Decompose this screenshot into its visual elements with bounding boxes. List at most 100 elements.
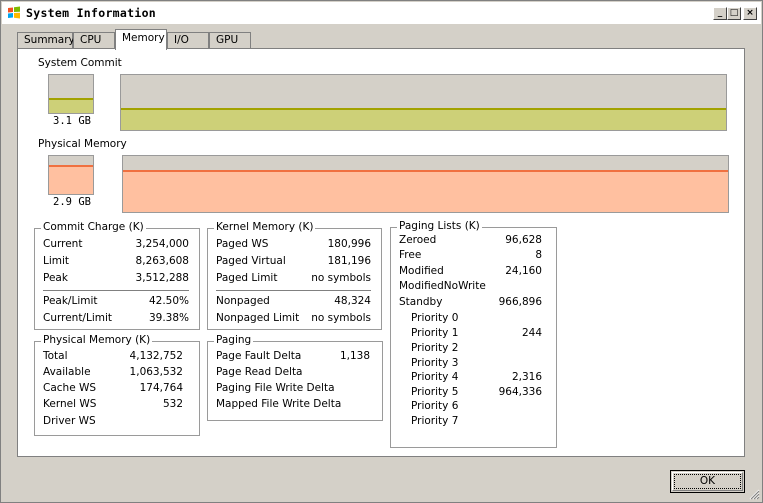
maximize-icon: □ — [729, 8, 739, 18]
pm-kernel-ws-label: Kernel WS — [43, 398, 97, 410]
priority-5-label: Priority 5 — [411, 386, 459, 398]
ok-button[interactable]: OK — [670, 470, 745, 493]
priority-4-label: Priority 4 — [411, 371, 459, 383]
modified-value: 24,160 — [505, 265, 542, 277]
physical-memory-value: 2.9 GB — [53, 196, 91, 208]
free-label: Free — [399, 249, 422, 261]
priority-1-label: Priority 1 — [411, 327, 459, 339]
paged-ws-label: Paged WS — [216, 238, 269, 250]
tab-io-label: I/O — [174, 34, 189, 46]
physical-memory-meter-line — [49, 165, 93, 167]
resize-grip-icon[interactable] — [748, 488, 760, 500]
priority-1-value: 244 — [521, 327, 542, 339]
physical-memory-graph-line — [123, 170, 728, 172]
commit-limit-label: Limit — [43, 255, 70, 267]
commit-charge-group: Commit Charge (K) Current 3,254,000 Limi… — [34, 221, 200, 330]
commit-peak-limit-value: 42.50% — [148, 295, 189, 307]
nonpaged-label: Nonpaged — [216, 295, 270, 307]
commit-current-limit-value: 39.38% — [148, 312, 189, 324]
physical-memory-meter-fill — [49, 166, 93, 194]
paged-ws-value: 180,996 — [327, 238, 371, 250]
zeroed-value: 96,628 — [505, 234, 542, 246]
physical-memory-group-title: Physical Memory (K) — [41, 334, 153, 346]
tab-summary[interactable]: Summary — [17, 32, 75, 49]
page-read-delta-label: Page Read Delta — [216, 366, 303, 378]
kernel-memory-title: Kernel Memory (K) — [214, 221, 316, 233]
pm-available-value: 1,063,532 — [129, 366, 183, 378]
priority-6-label: Priority 6 — [411, 400, 459, 412]
memory-panel: System Commit 3.1 GB Physical Memory 2.9… — [17, 48, 745, 457]
system-commit-meter — [48, 74, 94, 114]
ok-button-label: OK — [699, 475, 716, 487]
paging-file-write-delta-label: Paging File Write Delta — [216, 382, 335, 394]
page-fault-delta-label: Page Fault Delta — [216, 350, 302, 362]
pm-available-label: Available — [43, 366, 91, 378]
modified-no-write-label: ModifiedNoWrite — [399, 280, 486, 292]
commit-peak-label: Peak — [43, 272, 68, 284]
nonpaged-limit-value: no symbols — [311, 312, 371, 324]
mapped-file-write-delta-label: Mapped File Write Delta — [216, 398, 342, 410]
commit-separator — [43, 290, 189, 291]
commit-peak-limit-label: Peak/Limit — [43, 295, 98, 307]
commit-current-value: 3,254,000 — [135, 238, 189, 250]
paging-group: Paging Page Fault Delta 1,138 Page Read … — [207, 334, 383, 421]
commit-peak-value: 3,512,288 — [135, 272, 189, 284]
priority-7-label: Priority 7 — [411, 415, 459, 427]
system-commit-graph — [120, 74, 727, 131]
physical-memory-meter — [48, 155, 94, 195]
kernel-memory-group: Kernel Memory (K) Paged WS 180,996 Paged… — [207, 221, 382, 330]
paging-lists-group: Paging Lists (K) Zeroed 96,628 Free 8 Mo… — [390, 220, 557, 448]
physical-memory-group: Physical Memory (K) Total 4,132,752 Avai… — [34, 334, 200, 436]
tab-memory[interactable]: Memory — [115, 29, 167, 50]
priority-5-value: 964,336 — [498, 386, 542, 398]
paging-group-title: Paging — [214, 334, 254, 346]
paged-limit-label: Paged Limit — [216, 272, 278, 284]
nonpaged-limit-label: Nonpaged Limit — [216, 312, 300, 324]
system-commit-meter-line — [49, 98, 93, 100]
commit-current-label: Current — [43, 238, 83, 250]
priority-4-value: 2,316 — [511, 371, 542, 383]
system-commit-graph-fill — [121, 109, 726, 130]
zeroed-label: Zeroed — [399, 234, 437, 246]
paged-virtual-value: 181,196 — [327, 255, 371, 267]
modified-label: Modified — [399, 265, 444, 277]
priority-0-label: Priority 0 — [411, 312, 459, 324]
window-title: System Information — [26, 6, 157, 20]
minimize-button[interactable]: _ — [713, 7, 727, 20]
physical-memory-label: Physical Memory — [38, 138, 127, 150]
maximize-button[interactable]: □ — [727, 7, 741, 20]
paging-lists-title: Paging Lists (K) — [397, 220, 482, 232]
commit-current-limit-label: Current/Limit — [43, 312, 113, 324]
kernel-separator — [216, 290, 371, 291]
pm-cache-ws-value: 174,764 — [139, 382, 183, 394]
free-value: 8 — [535, 249, 542, 261]
close-icon: × — [746, 8, 754, 18]
pm-total-value: 4,132,752 — [129, 350, 183, 362]
system-commit-label: System Commit — [38, 57, 122, 69]
system-commit-graph-line — [121, 108, 726, 110]
windows-logo-icon — [8, 6, 20, 19]
tab-memory-label: Memory — [122, 32, 165, 44]
tab-gpu[interactable]: GPU — [209, 32, 251, 49]
paged-limit-value: no symbols — [311, 272, 371, 284]
system-commit-value: 3.1 GB — [53, 115, 91, 127]
tab-cpu-label: CPU — [80, 34, 102, 46]
pm-total-label: Total — [43, 350, 68, 362]
pm-cache-ws-label: Cache WS — [43, 382, 97, 394]
close-button[interactable]: × — [743, 7, 757, 20]
tab-io[interactable]: I/O — [167, 32, 209, 49]
nonpaged-value: 48,324 — [334, 295, 371, 307]
commit-charge-title: Commit Charge (K) — [41, 221, 146, 233]
tab-summary-label: Summary — [24, 34, 75, 46]
tab-gpu-label: GPU — [216, 34, 239, 46]
priority-2-label: Priority 2 — [411, 342, 459, 354]
tab-cpu[interactable]: CPU — [73, 32, 115, 49]
title-bar[interactable]: System Information _ □ × — [2, 2, 761, 25]
physical-memory-graph-fill — [123, 171, 728, 212]
tab-strip: Summary CPU Memory I/O GPU — [1, 29, 763, 50]
page-fault-delta-value: 1,138 — [339, 350, 370, 362]
standby-value: 966,896 — [498, 296, 542, 308]
minimize-icon: _ — [717, 8, 723, 18]
priority-3-label: Priority 3 — [411, 357, 459, 369]
pm-kernel-ws-value: 532 — [162, 398, 183, 410]
